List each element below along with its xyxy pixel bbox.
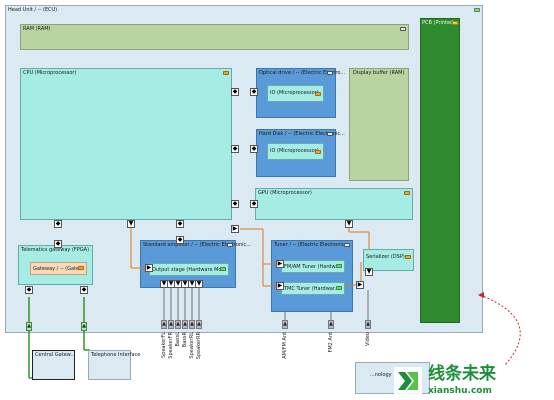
pin-fm2-ant[interactable]: ▲ [328,320,334,329]
port-cpu-amp-out[interactable]: ▼ [127,220,135,228]
watermark-subtitle: xianshu.com [428,386,492,396]
pin-video[interactable]: ▲ [365,320,371,329]
pin-telephone[interactable]: ▲ [81,322,87,331]
pin-label-speaker-rl: SpeakerRL [189,332,195,359]
pin-speaker-fl[interactable]: ▲ [161,320,167,329]
pin-label-bass-r: BassR [182,332,188,348]
pin-label-fm2-ant: FM2 Ant [328,332,334,353]
connection-wires [28,224,521,379]
port-amp-in[interactable]: ▶ [145,264,153,272]
pin-am-fm-ant[interactable]: ▲ [282,320,288,329]
pin-label-speaker-rr: SpeakerRR [196,332,202,360]
watermark-title: 线条未来 [428,364,496,384]
pin-label-am-fm-ant: AM/FM Ant [282,332,288,359]
port-cpu-harddisk[interactable]: ◆ [231,145,239,153]
port-telematics-out-1[interactable]: ◆ [25,286,33,294]
port-cpu-tuner[interactable]: ◆ [176,220,184,228]
central-gateway-block[interactable]: Central Gatew... [32,350,75,380]
port-tmc-in[interactable]: ▶ [276,282,284,290]
technology-label: ...nology [370,372,392,378]
port-cpu-gpu[interactable]: ◆ [231,200,239,208]
watermark-logo-icon [394,367,422,395]
port-fmam-in[interactable]: ▶ [276,260,284,268]
pin-label-speaker-fl: SpeakerFL [161,332,167,358]
pin-speaker-rr[interactable]: ▲ [196,320,202,329]
port-serializer-in[interactable]: ▼ [365,268,373,276]
pin-central-gateway[interactable]: ▲ [26,322,32,331]
pin-bass-r[interactable]: ▲ [182,320,188,329]
pin-speaker-rl[interactable]: ▲ [189,320,195,329]
port-gpu-cpu[interactable]: ◆ [250,200,258,208]
telephone-interface-label: Telephone Interface [91,352,141,358]
watermark: 线条未来 xianshu.com [392,364,552,398]
port-harddisk-cpu[interactable]: ◆ [250,145,258,153]
port-telematics-out-2[interactable]: ◆ [80,286,88,294]
port-tuner-serializer[interactable]: ▶ [356,281,364,289]
port-optical-cpu[interactable]: ◆ [250,88,258,96]
telephone-interface-block[interactable]: Telephone Interface [88,350,140,380]
port-cpu-telematics[interactable]: ◆ [54,220,62,228]
port-tuner-cpu[interactable]: ◆ [176,236,184,244]
port-cpu-serializer[interactable]: ▶ [231,225,239,233]
central-gateway-label: Central Gatew... [35,352,76,358]
port-cpu-optical[interactable]: ◆ [231,88,239,96]
pin-label-bass-l: BassL [175,332,181,347]
port-gpu-serializer[interactable]: ▼ [345,220,353,228]
port-amp-out-6[interactable]: ▼ [195,280,203,288]
port-telematics-cpu[interactable]: ◆ [54,240,62,248]
pin-speaker-fr[interactable]: ▲ [168,320,174,329]
pin-label-speaker-fr: SpeakerFR [168,332,174,359]
pin-bass-l[interactable]: ▲ [175,320,181,329]
pin-label-video: Video [365,332,371,347]
